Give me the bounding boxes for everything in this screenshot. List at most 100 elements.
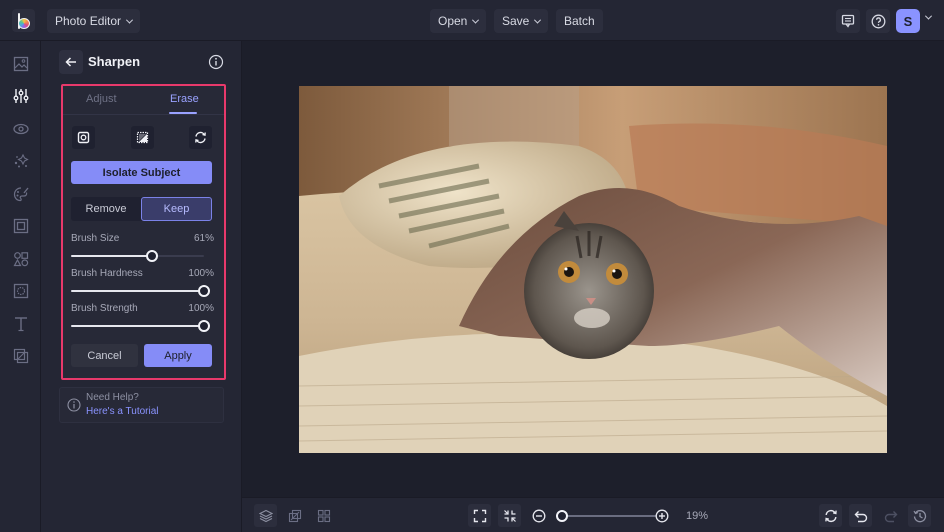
brush-hardness-label: Brush Hardness: [71, 268, 143, 279]
user-avatar[interactable]: S: [896, 9, 920, 33]
cat-photo: [299, 86, 887, 453]
brush-hardness-slider[interactable]: [71, 285, 210, 297]
replace-image-button[interactable]: [819, 504, 842, 527]
brush-size-value: 61%: [193, 233, 214, 244]
avatar-initial: S: [903, 13, 913, 29]
chevron-down-icon: [126, 16, 134, 24]
chevron-down-icon: [472, 16, 480, 24]
tab-adjust[interactable]: Adjust: [86, 93, 117, 105]
grid-view-button[interactable]: [312, 504, 335, 527]
palette-icon: [13, 186, 29, 201]
reset-icon: [195, 131, 206, 144]
active-tab-indicator: [169, 112, 197, 114]
rail-item-effects[interactable]: [11, 119, 30, 138]
batch-label: Batch: [564, 14, 595, 28]
tool-rail: [0, 41, 41, 532]
back-button[interactable]: [59, 50, 83, 74]
tutorial-link[interactable]: Here's a Tutorial: [86, 406, 159, 417]
question-circle-icon: [871, 14, 885, 28]
actual-size-button[interactable]: [498, 504, 521, 527]
frame-icon: [13, 218, 28, 233]
app-switcher-label: Photo Editor: [55, 14, 122, 28]
save-label: Save: [502, 14, 530, 28]
texture-icon: [13, 283, 28, 298]
chat-icon: [841, 14, 855, 28]
rail-item-overlays[interactable]: [11, 346, 30, 365]
brush-strength-slider[interactable]: [71, 320, 210, 332]
remove-keep-toggle: Remove Keep: [71, 197, 212, 221]
reset-mask-button[interactable]: [189, 126, 212, 149]
zoom-slider-track: [556, 515, 656, 517]
undo-button[interactable]: [849, 504, 872, 527]
refresh-icon: [824, 509, 837, 522]
shapes-icon: [12, 251, 28, 266]
brush-size-slider[interactable]: [71, 250, 204, 262]
history-button[interactable]: [908, 504, 931, 527]
brush-mask-button[interactable]: [72, 126, 95, 149]
apply-label: Apply: [164, 349, 192, 362]
isolate-subject-label: Isolate Subject: [102, 166, 181, 179]
compare-icon: [288, 509, 301, 522]
batch-button[interactable]: Batch: [556, 9, 603, 33]
sliders-icon: [13, 88, 28, 103]
keep-option[interactable]: Keep: [141, 197, 212, 221]
zoom-out-button[interactable]: [527, 504, 550, 527]
compress-icon: [503, 509, 516, 522]
zoom-in-button[interactable]: [650, 504, 673, 527]
history-icon: [912, 509, 926, 522]
invert-selection-button[interactable]: [131, 126, 154, 149]
save-menu-button[interactable]: Save: [494, 9, 549, 33]
fit-to-screen-button[interactable]: [468, 504, 491, 527]
feedback-button[interactable]: [836, 9, 860, 33]
rail-item-textures[interactable]: [11, 281, 30, 300]
photo-canvas[interactable]: [299, 86, 887, 453]
rail-item-adjustments[interactable]: [11, 86, 30, 105]
sharpen-panel: Sharpen Adjust Erase Isolate Subject Rem…: [41, 41, 242, 532]
brush-hardness-value: 100%: [188, 268, 214, 279]
tab-erase[interactable]: Erase: [170, 93, 199, 105]
layers-button[interactable]: [254, 504, 277, 527]
rail-item-touch-up[interactable]: [11, 151, 30, 170]
zoom-in-icon: [655, 509, 668, 522]
slider-fill: [71, 325, 204, 327]
app-switcher-menu[interactable]: Photo Editor: [47, 9, 141, 33]
brush-size-label: Brush Size: [71, 233, 120, 244]
isolate-subject-button[interactable]: Isolate Subject: [71, 161, 212, 184]
expand-icon: [473, 509, 486, 522]
slider-thumb[interactable]: [198, 285, 210, 297]
cancel-button[interactable]: Cancel: [71, 344, 138, 367]
arrow-left-icon: [65, 57, 76, 67]
app-logo[interactable]: [12, 9, 35, 32]
grid-icon: [317, 509, 330, 522]
open-label: Open: [438, 14, 468, 28]
help-button[interactable]: [866, 9, 890, 33]
account-chevron-down-icon[interactable]: [924, 12, 933, 20]
logo-icon: [17, 12, 31, 29]
remove-option[interactable]: Remove: [71, 197, 141, 221]
open-menu-button[interactable]: Open: [430, 9, 487, 33]
help-title: Need Help?: [86, 392, 139, 403]
bottom-toolbar: 19%: [242, 497, 944, 532]
rail-item-frames[interactable]: [11, 216, 30, 235]
apply-button[interactable]: Apply: [144, 344, 212, 367]
slider-thumb[interactable]: [198, 320, 210, 332]
chevron-down-icon: [534, 16, 542, 24]
rail-item-graphics[interactable]: [11, 249, 30, 268]
undo-icon: [854, 510, 867, 522]
compare-button[interactable]: [283, 504, 306, 527]
rail-item-artsy[interactable]: [11, 184, 30, 203]
rail-item-image[interactable]: [11, 54, 30, 73]
zoom-slider-thumb[interactable]: [556, 510, 568, 522]
photo-editor-app: Photo Editor Open Save Batch S Sharpen A…: [0, 0, 944, 532]
slider-thumb[interactable]: [146, 250, 159, 262]
zoom-out-icon: [532, 509, 545, 522]
zoom-slider[interactable]: [556, 510, 656, 522]
panel-tabs: Adjust Erase: [63, 86, 224, 115]
rail-item-text[interactable]: [11, 314, 30, 333]
zoom-percentage: 19%: [686, 510, 709, 522]
info-icon[interactable]: [208, 54, 224, 70]
top-bar: Photo Editor Open Save Batch S: [0, 0, 944, 41]
erase-tool-box: Adjust Erase Isolate Subject Remove Keep…: [61, 84, 226, 380]
brush-strength-label: Brush Strength: [71, 303, 138, 314]
invert-selection-icon: [136, 131, 149, 144]
